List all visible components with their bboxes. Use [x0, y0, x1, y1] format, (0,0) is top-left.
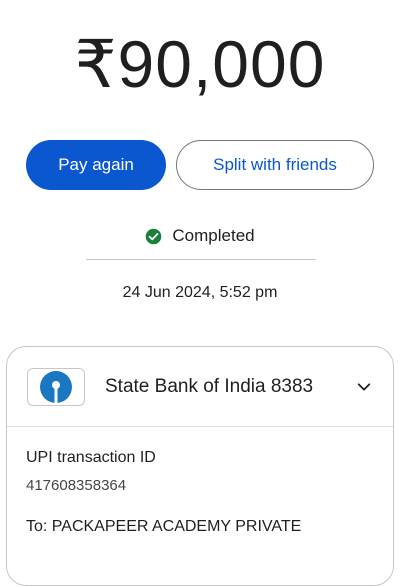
- divider: [86, 259, 316, 260]
- check-circle-icon: [146, 228, 162, 244]
- upi-transaction-id-label: UPI transaction ID: [26, 449, 156, 466]
- bank-account-row[interactable]: State Bank of India 8383: [7, 347, 393, 427]
- bank-logo: [27, 367, 85, 406]
- bank-account-name: State Bank of India 8383: [105, 375, 314, 397]
- chevron-down-icon[interactable]: [355, 378, 373, 396]
- status-text: Completed: [172, 226, 255, 245]
- payment-amount: ₹90,000: [74, 27, 326, 101]
- status-row: Completed: [0, 226, 400, 246]
- sbi-logo-icon: [40, 370, 72, 403]
- split-with-friends-button[interactable]: Split with friends: [176, 140, 374, 190]
- transaction-details-card: State Bank of India 8383 UPI transaction…: [6, 346, 394, 586]
- upi-transaction-id-value[interactable]: 417608358364: [26, 477, 374, 494]
- action-buttons: Pay again Split with friends: [26, 140, 374, 190]
- pay-again-button[interactable]: Pay again: [26, 140, 166, 190]
- payee-name: To: PACKAPEER ACADEMY PRIVATE: [26, 518, 302, 535]
- transaction-datetime: 24 Jun 2024, 5:52 pm: [122, 284, 278, 301]
- transaction-details: UPI transaction ID 417608358364 To: PACK…: [7, 427, 393, 536]
